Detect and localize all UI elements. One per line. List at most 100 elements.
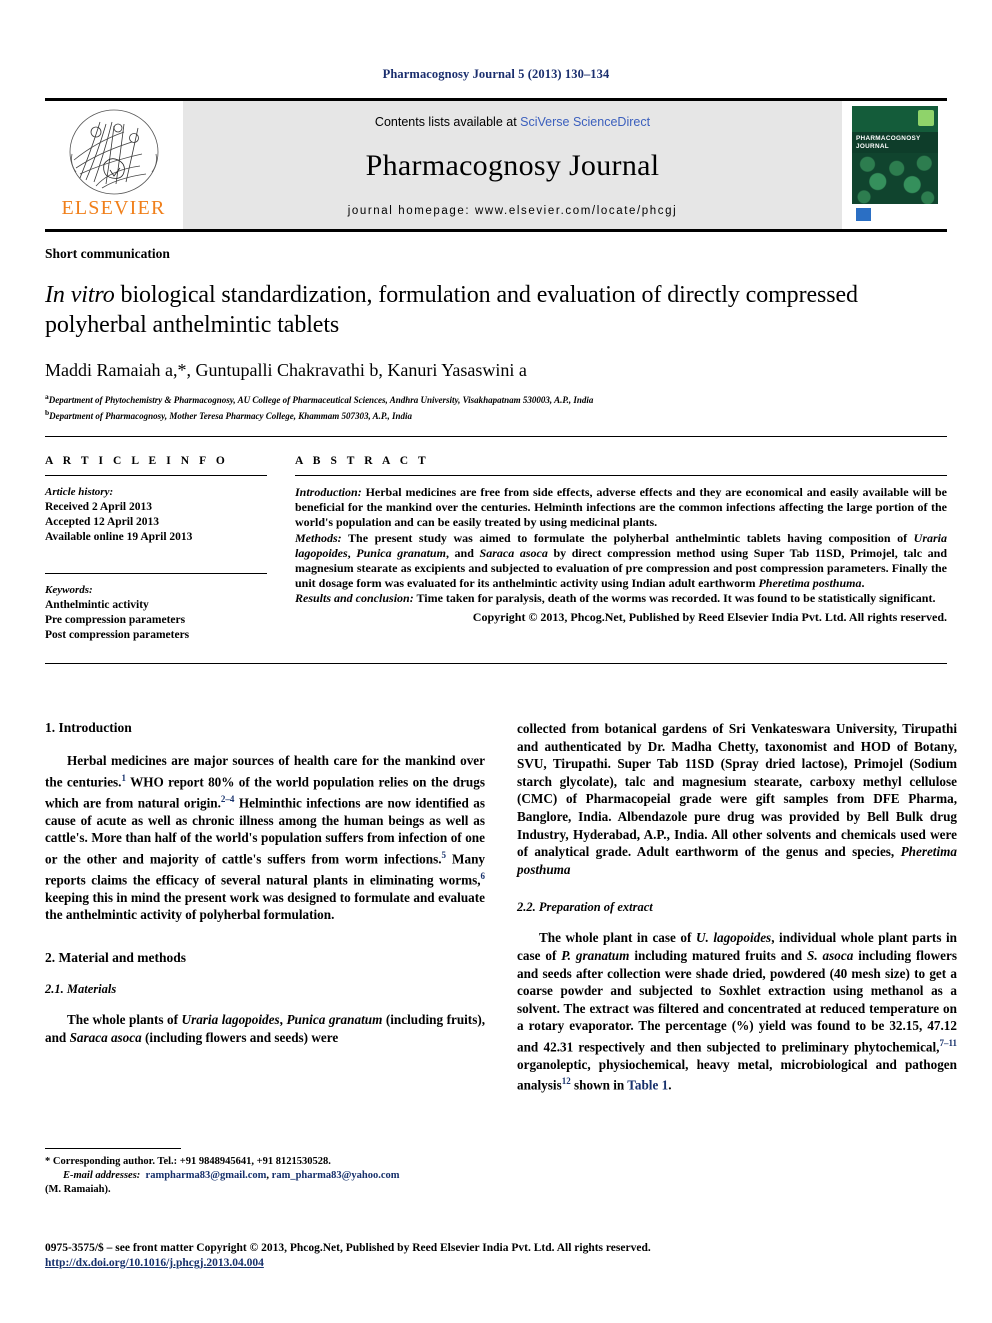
article-history-accepted: Accepted 12 April 2013 bbox=[45, 516, 160, 528]
extract-species-1: U. lagopoides bbox=[695, 930, 772, 946]
article-info-heading: A R T I C L E I N F O bbox=[45, 455, 229, 467]
abstract-results-label: Results and conclusion: bbox=[295, 591, 414, 606]
abstract-methods-label: Methods: bbox=[295, 530, 342, 545]
heading-introduction: 1. Introduction bbox=[45, 720, 132, 735]
author-list: Maddi Ramaiah a,*, Guntupalli Chakravath… bbox=[45, 360, 527, 380]
masthead-center: Contents lists available at SciVerse Sci… bbox=[182, 101, 843, 229]
title-rest: biological standardization, formulation … bbox=[45, 282, 858, 338]
head-divider bbox=[45, 436, 947, 437]
corresponding-author-footnote: * Corresponding author. Tel.: +91 984894… bbox=[45, 1148, 485, 1197]
abstract-methods-species-2: Punica granatum bbox=[356, 545, 446, 560]
article-history-received: Received 2 April 2013 bbox=[45, 501, 152, 513]
body-column-left: 1. Introduction Herbal medicines are maj… bbox=[45, 720, 485, 1108]
affiliation-b-text: Department of Pharmacognosy, Mother Tere… bbox=[49, 410, 413, 421]
corresponding-author-line: * Corresponding author. Tel.: +91 984894… bbox=[45, 1156, 331, 1167]
affiliations: aDepartment of Phytochemistry & Pharmaco… bbox=[45, 391, 947, 422]
info-abstract-block: A R T I C L E I N F O Article history: R… bbox=[45, 455, 947, 643]
citation-ref[interactable]: 2–4 bbox=[221, 794, 235, 804]
title-italic-lead: In vitro bbox=[45, 282, 115, 308]
body-columns: 1. Introduction Herbal medicines are maj… bbox=[45, 720, 957, 1108]
article-history-label: Article history: bbox=[45, 486, 114, 498]
journal-masthead: ELSEVIER Contents lists available at Sci… bbox=[45, 98, 947, 232]
journal-homepage-link[interactable]: journal homepage: www.elsevier.com/locat… bbox=[348, 205, 678, 217]
email-line: E-mail addresses: rampharma83@gmail.com,… bbox=[45, 1169, 485, 1183]
extract-species-3: S. asoca bbox=[806, 947, 854, 963]
affiliation-b: bDepartment of Pharmacognosy, Mother Ter… bbox=[45, 407, 947, 423]
materials-species-2: Punica granatum bbox=[286, 1011, 383, 1027]
extract-c: including matured fruits and bbox=[629, 947, 807, 963]
email-address-1[interactable]: rampharma83@gmail.com bbox=[146, 1170, 267, 1181]
abstract-methods: Methods: The present study was aimed to … bbox=[295, 531, 947, 592]
article-info-spacer bbox=[45, 545, 267, 565]
article-history-online: Available online 19 April 2013 bbox=[45, 531, 193, 543]
journal-title: Pharmacognosy Journal bbox=[365, 149, 660, 182]
extract-a: The whole plant in case of bbox=[539, 930, 696, 946]
contents-prefix: Contents lists available at bbox=[374, 115, 521, 129]
intro-e: keeping this in mind the present work wa… bbox=[45, 889, 485, 923]
running-head: Pharmacognosy Journal 5 (2013) 130–134 bbox=[382, 67, 610, 81]
materials-species-3: Saraca asoca bbox=[69, 1029, 142, 1045]
citation-ref[interactable]: 6 bbox=[481, 871, 486, 881]
cover-journal-name: PHARMACOGNOSY JOURNAL bbox=[856, 135, 921, 150]
citation-ref[interactable]: 7–11 bbox=[939, 1038, 957, 1048]
keyword-item: Pre compression parameters bbox=[45, 614, 186, 626]
body-column-right: collected from botanical gardens of Sri … bbox=[517, 720, 957, 1108]
citation-ref[interactable]: 12 bbox=[562, 1076, 571, 1086]
cover-badge-icon bbox=[856, 207, 871, 221]
affiliation-a-text: Department of Phytochemistry & Pharmacog… bbox=[48, 395, 594, 405]
paragraph-materials: The whole plants of Uraria lagopoides, P… bbox=[45, 1011, 485, 1046]
article-info-column: A R T I C L E I N F O Article history: R… bbox=[45, 455, 295, 643]
heading-material-and-methods: 2. Material and methods bbox=[45, 949, 186, 965]
abstract-results: Results and conclusion: Time taken for p… bbox=[295, 591, 947, 606]
abstract-bottom-divider bbox=[45, 663, 947, 664]
issn-copyright-line: 0975-3575/$ – see front matter Copyright… bbox=[45, 1242, 651, 1254]
abstract-methods-t2: , bbox=[347, 545, 357, 560]
sciencedirect-link[interactable]: SciVerse ScienceDirect bbox=[520, 115, 650, 129]
extract-species-2: P. granatum bbox=[561, 947, 630, 963]
heading-materials: 2.1. Materials bbox=[45, 981, 117, 996]
abstract-methods-species-4: Pheretima posthuma bbox=[758, 576, 862, 591]
abstract-introduction-label: Introduction: bbox=[295, 485, 362, 499]
cont-text: collected from botanical gardens of Sri … bbox=[517, 721, 957, 860]
footer-copyright-block: 0975-3575/$ – see front matter Copyright… bbox=[45, 1241, 947, 1271]
abstract-methods-t5: . bbox=[861, 576, 865, 591]
abstract-methods-t1: The present study was aimed to formulate… bbox=[341, 530, 914, 545]
page-title: In vitro biological standardization, for… bbox=[45, 280, 947, 340]
heading-preparation-of-extract: 2.2. Preparation of extract bbox=[517, 900, 653, 915]
article-info-divider bbox=[45, 475, 267, 476]
contents-available-line: Contents lists available at SciVerse Sci… bbox=[375, 115, 650, 129]
materials-d: (including flowers and seeds) were bbox=[141, 1029, 339, 1045]
abstract-methods-species-3: Saraca asoca bbox=[479, 545, 548, 560]
extract-d: including flowers and seeds after collec… bbox=[517, 947, 957, 1055]
table-1-link[interactable]: Table 1 bbox=[627, 1078, 668, 1093]
extract-f: shown in bbox=[570, 1077, 628, 1093]
paragraph-extract: The whole plant in case of U. lagopoides… bbox=[517, 929, 957, 1094]
affiliation-a: aDepartment of Phytochemistry & Pharmaco… bbox=[45, 391, 947, 407]
abstract-results-text: Time taken for paralysis, death of the w… bbox=[413, 591, 936, 606]
email-address-2[interactable]: ram_pharma83@yahoo.com bbox=[272, 1170, 400, 1181]
article-page: Pharmacognosy Journal 5 (2013) 130–134 E… bbox=[0, 0, 992, 1323]
cover-art: PHARMACOGNOSY JOURNAL bbox=[852, 106, 938, 224]
footnote-rule bbox=[45, 1148, 181, 1149]
article-type-label: Short communication bbox=[45, 246, 170, 261]
abstract-heading: A B S T R A C T bbox=[295, 455, 430, 467]
keyword-item: Anthelmintic activity bbox=[45, 599, 149, 611]
abstract-copyright: Copyright © 2013, Phcog.Net, Published b… bbox=[472, 609, 947, 624]
materials-a: The whole plants of bbox=[67, 1011, 182, 1027]
journal-cover-thumbnail: PHARMACOGNOSY JOURNAL bbox=[843, 101, 947, 229]
elsevier-wordmark: ELSEVIER bbox=[61, 197, 166, 219]
doi-link[interactable]: http://dx.doi.org/10.1016/j.phcgj.2013.0… bbox=[45, 1256, 947, 1271]
elsevier-logo-block: ELSEVIER bbox=[45, 101, 182, 229]
cover-header-band bbox=[852, 106, 938, 132]
abstract-introduction-text: Herbal medicines are free from side effe… bbox=[295, 485, 947, 530]
keywords-label: Keywords: bbox=[45, 584, 93, 596]
keyword-item: Post compression parameters bbox=[45, 629, 190, 641]
email-label: E-mail addresses: bbox=[63, 1170, 141, 1181]
abstract-introduction: Introduction: Herbal medicines are free … bbox=[295, 485, 947, 531]
abstract-column: A B S T R A C T Introduction: Herbal med… bbox=[295, 455, 947, 643]
cover-footer-band bbox=[852, 204, 938, 224]
elsevier-tree-icon bbox=[69, 109, 158, 195]
materials-species-1: Uraria lagopoides bbox=[181, 1011, 280, 1027]
keywords-divider bbox=[45, 573, 267, 574]
email-owner: (M. Ramaiah). bbox=[45, 1184, 111, 1195]
